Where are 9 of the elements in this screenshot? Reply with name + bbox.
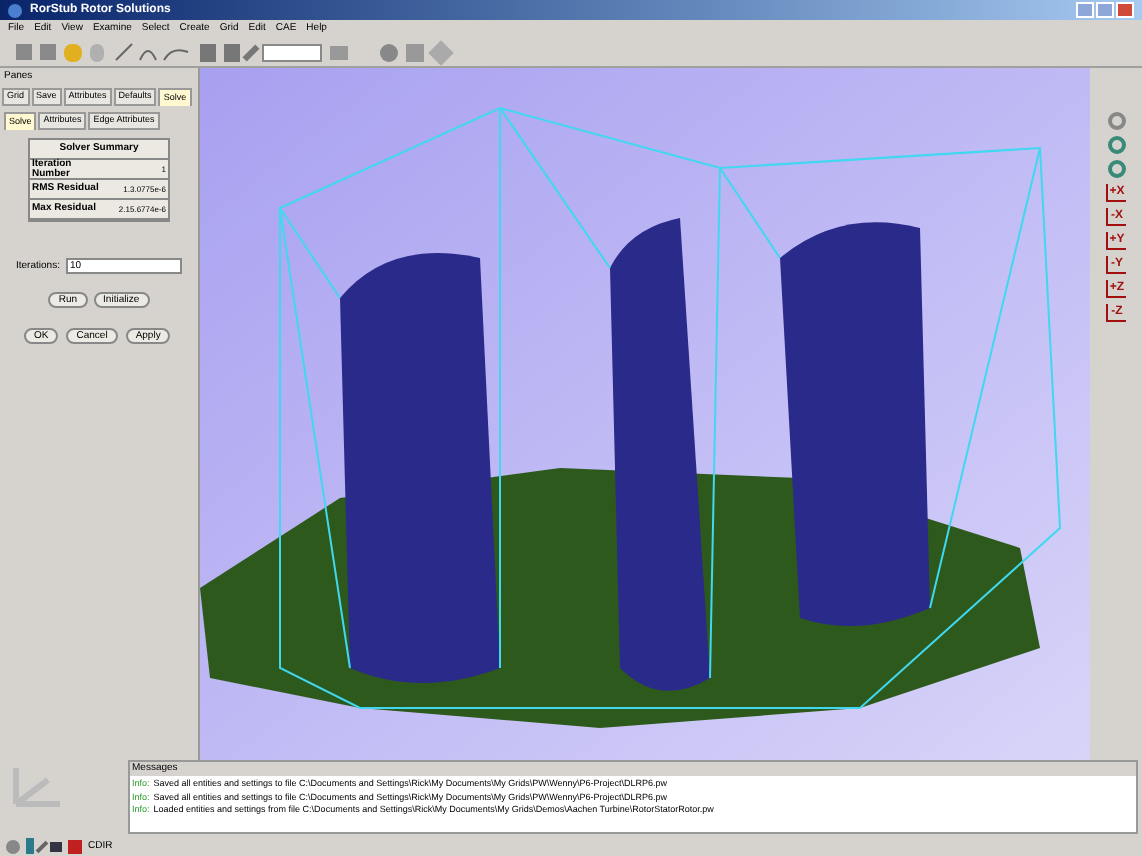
pencil-icon[interactable] — [35, 839, 49, 853]
curve-tools-drawing[interactable] — [112, 42, 192, 62]
app-logo-icon — [8, 3, 22, 17]
pencil-icon[interactable] — [242, 43, 260, 61]
minimize-button[interactable] — [1076, 2, 1094, 18]
shape-icon[interactable] — [428, 39, 454, 65]
close-button[interactable] — [1116, 2, 1134, 18]
maximize-button[interactable] — [1096, 2, 1114, 18]
dropdown-field[interactable] — [262, 43, 322, 61]
